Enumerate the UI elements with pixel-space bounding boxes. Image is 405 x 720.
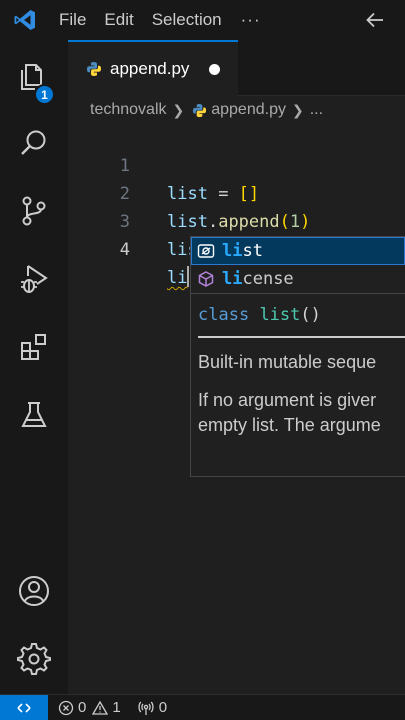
code-line[interactable]: 2 list.append(1) [68, 152, 405, 232]
menu-file[interactable]: File [50, 0, 95, 40]
doc-text: If no argument is giver [198, 390, 377, 410]
tab-label: append.py [110, 59, 190, 78]
accounts-button[interactable] [0, 561, 68, 621]
variable-symbol-icon [195, 269, 217, 289]
status-bar: 0 1 0 [0, 694, 405, 720]
suggestion-details: class list() Built-in mutable seque If n… [191, 293, 405, 438]
account-icon [19, 576, 49, 606]
menu-edit[interactable]: Edit [95, 0, 142, 40]
python-file-icon [87, 62, 101, 76]
code-editor[interactable]: 1 list = [] 2 list.append(1) 3 list.appe… [68, 124, 405, 288]
title-bar: File Edit Selection ··· [0, 0, 405, 40]
ports-indicator[interactable]: 0 [137, 699, 167, 716]
testing-button[interactable] [0, 385, 68, 445]
code-line[interactable]: 1 list = [] [68, 124, 405, 204]
unsaved-dot-icon[interactable] [209, 63, 221, 75]
breadcrumb: technovalk ❯ append.py ❯ ... [68, 96, 405, 124]
python-file-icon [193, 103, 207, 117]
run-debug-button[interactable] [0, 249, 68, 309]
vscode-logo-icon [0, 0, 50, 40]
source-control-icon [22, 196, 46, 226]
doc-text: Built-in mutable seque [198, 352, 377, 372]
menu-more-button[interactable]: ··· [231, 10, 271, 30]
remote-button[interactable] [0, 694, 48, 720]
warning-count: 1 [112, 699, 121, 716]
remote-icon [17, 702, 31, 713]
class-symbol-icon [195, 241, 217, 261]
chevron-right-icon: ❯ [172, 101, 185, 118]
code-line-active[interactable]: 4 li [68, 208, 405, 288]
line-number: 4 [119, 240, 130, 260]
explorer-badge: 1 [34, 84, 55, 105]
suggestion-item-license[interactable]: li cense [191, 265, 405, 293]
warning-icon [92, 700, 109, 715]
autocomplete-popup: li st li cense class list() Built-in mutab… [190, 236, 405, 477]
chevron-right-icon: ❯ [291, 101, 304, 118]
doc-text: empty list. The argume [198, 415, 381, 435]
explorer-button[interactable]: 1 [0, 46, 68, 106]
search-button[interactable] [0, 113, 68, 173]
search-icon [21, 130, 46, 155]
tab-bar: append.py [68, 40, 405, 96]
error-count: 0 [78, 699, 87, 716]
settings-button[interactable] [0, 629, 68, 689]
problems-indicator[interactable]: 0 1 [58, 699, 121, 716]
activity-bar: 1 [0, 40, 68, 694]
gear-icon [17, 643, 51, 675]
suggestion-item-list[interactable]: li st [191, 237, 405, 265]
menu-selection[interactable]: Selection [143, 0, 231, 40]
breadcrumb-more[interactable]: ... [310, 101, 323, 119]
run-debug-icon [21, 265, 48, 293]
extensions-button[interactable] [0, 317, 68, 377]
extensions-icon [21, 334, 46, 360]
broadcast-icon [138, 701, 154, 715]
error-icon [58, 700, 74, 715]
source-control-button[interactable] [0, 181, 68, 241]
back-arrow-icon[interactable] [363, 8, 387, 32]
breadcrumb-file[interactable]: append.py [211, 101, 286, 119]
typed-text: li [167, 268, 188, 288]
ports-count: 0 [158, 699, 168, 716]
tab-append-py[interactable]: append.py [68, 40, 238, 96]
code-line[interactable]: 3 list.append(2) [68, 180, 405, 260]
breadcrumb-folder[interactable]: technovalk [90, 101, 167, 119]
signature: class list() [198, 294, 405, 338]
flask-icon [21, 402, 47, 427]
